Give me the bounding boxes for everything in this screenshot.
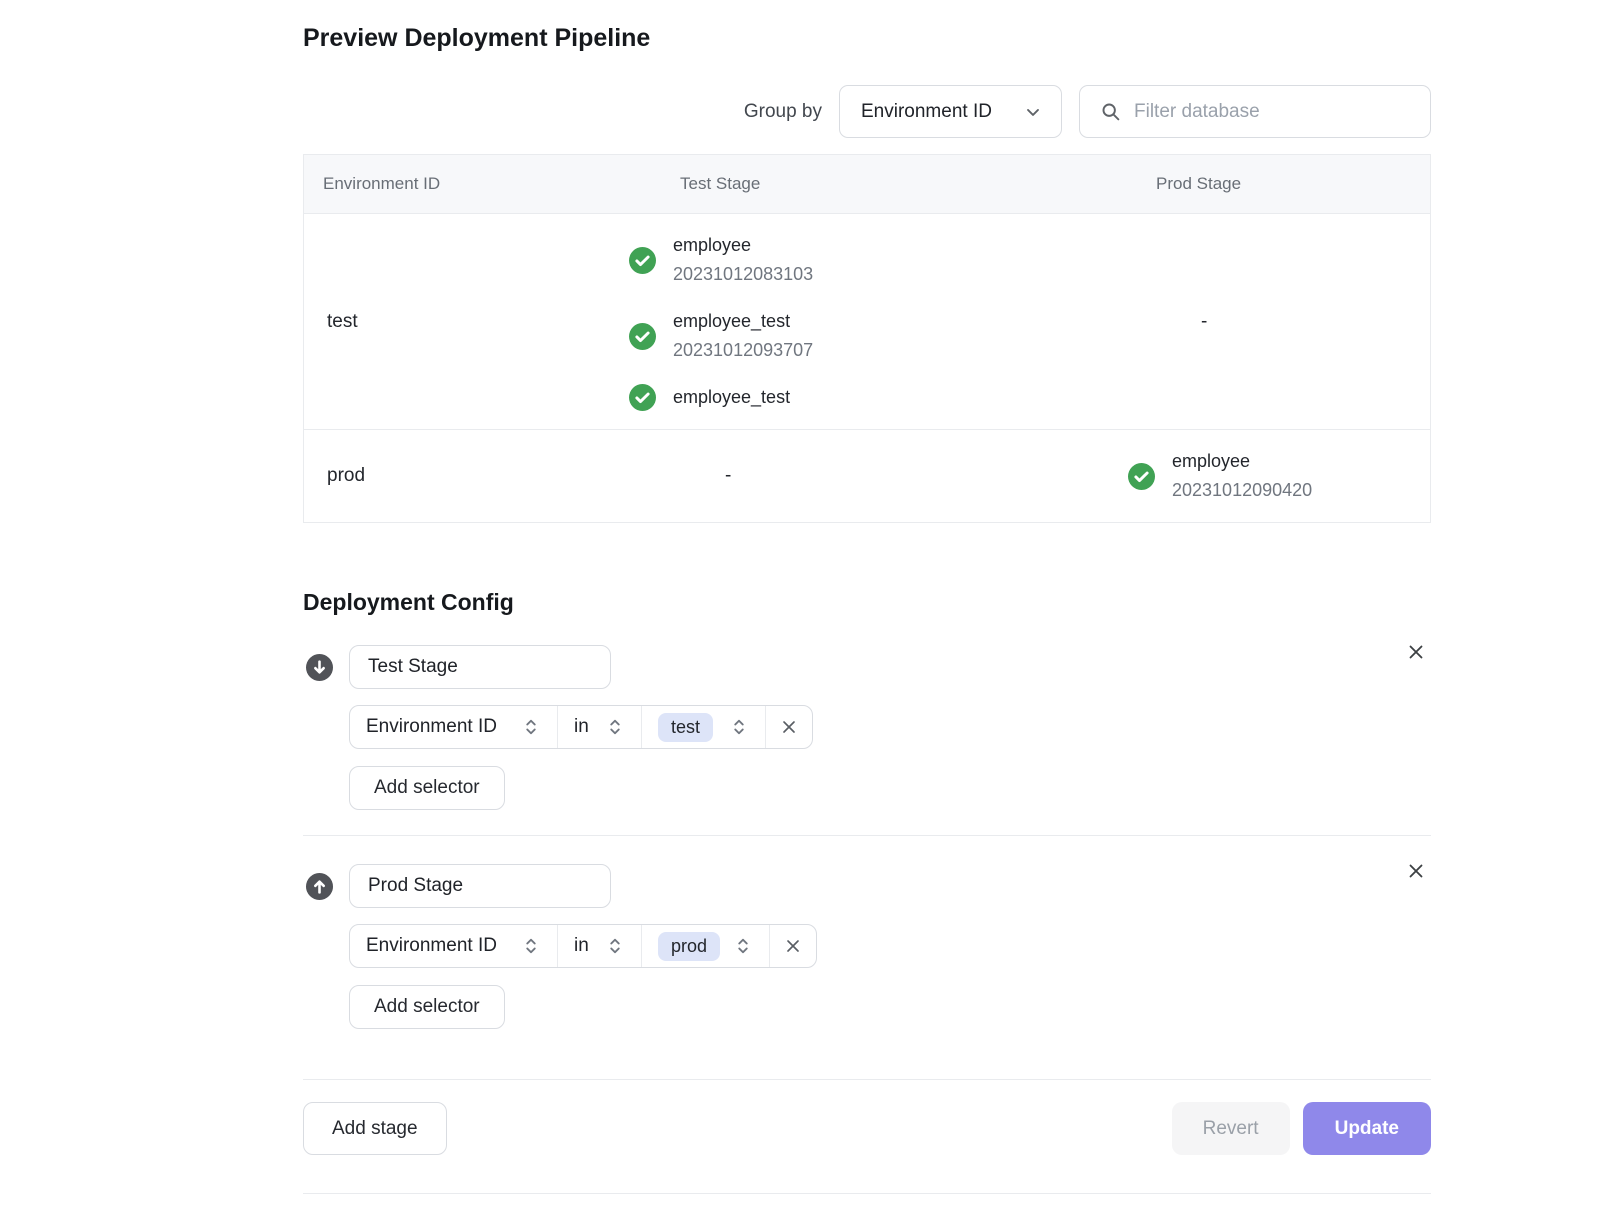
stage-body: Environment ID in test: [349, 689, 1431, 810]
selector-operator-select[interactable]: in: [557, 925, 641, 967]
stage-divider: [303, 835, 1431, 836]
database-name: employee: [673, 231, 813, 260]
revert-button[interactable]: Revert: [1172, 1102, 1290, 1155]
selector-operator-select[interactable]: in: [557, 706, 641, 748]
stage-block-test: Environment ID in test: [303, 645, 1431, 810]
deployment-item: employee 20231012090420: [1091, 447, 1430, 505]
add-selector-button[interactable]: Add selector: [349, 985, 505, 1029]
arrow-up-circle-icon: [306, 873, 333, 900]
close-icon: [1405, 860, 1427, 882]
deployment-version: 20231012083103: [673, 260, 813, 289]
selector-value-pill: test: [658, 713, 713, 742]
success-check-icon: [1128, 463, 1155, 490]
table-header-row: Environment ID Test Stage Prod Stage: [304, 155, 1430, 214]
deployment-item: employee_test 20231012093707: [629, 307, 1091, 365]
test-stage-cell: -: [629, 465, 1091, 487]
stage-body: Environment ID in prod: [349, 908, 1431, 1029]
pipeline-table: Environment ID Test Stage Prod Stage tes…: [303, 154, 1431, 523]
deployment-text: employee_test 20231012093707: [673, 307, 813, 365]
deployment-list: employee 20231012083103 employee_test 20…: [629, 231, 1091, 412]
database-name: employee: [1172, 447, 1312, 476]
config-footer: Add stage Revert Update: [303, 1102, 1431, 1155]
deployment-version: 20231012093707: [673, 336, 813, 365]
col-header-prod-stage: Prod Stage: [1091, 174, 1430, 194]
prod-stage-cell: employee 20231012090420: [1091, 447, 1430, 505]
filter-database-box[interactable]: [1079, 85, 1431, 138]
deployment-text: employee 20231012083103: [673, 231, 813, 289]
deployment-item: employee_test: [629, 383, 1091, 412]
table-row-test: test employee 20231012083103: [304, 214, 1430, 429]
arrow-down-circle-icon: [306, 654, 333, 681]
success-check-icon: [629, 384, 656, 411]
selector-row: Environment ID in prod: [349, 924, 817, 968]
selector-value-pill: prod: [658, 932, 720, 961]
group-by-select[interactable]: Environment ID: [839, 85, 1062, 138]
close-icon: [1405, 641, 1427, 663]
selector-field-select[interactable]: Environment ID: [350, 706, 557, 748]
bottom-divider: [303, 1193, 1431, 1194]
update-button[interactable]: Update: [1303, 1102, 1431, 1155]
chevron-down-icon: [1023, 102, 1043, 122]
selector-operator-label: in: [574, 935, 589, 957]
unfold-more-icon: [605, 717, 625, 737]
remove-selector-button[interactable]: [769, 925, 816, 967]
selector-value-select[interactable]: prod: [641, 925, 769, 967]
unfold-more-icon: [733, 936, 753, 956]
col-header-environment-id: Environment ID: [304, 174, 629, 194]
table-row-prod: prod - employee 20231012090420: [304, 429, 1430, 522]
stage-block-prod: Environment ID in prod: [303, 864, 1431, 1029]
add-selector-button[interactable]: Add selector: [349, 766, 505, 810]
filter-database-input[interactable]: [1134, 101, 1414, 123]
deployment-item: employee 20231012083103: [629, 231, 1091, 289]
main-content: Preview Deployment Pipeline Group by Env…: [303, 22, 1431, 1194]
remove-stage-button[interactable]: [1401, 856, 1431, 886]
selector-field-label: Environment ID: [366, 935, 497, 957]
success-check-icon: [629, 323, 656, 350]
deployment-text: employee_test: [673, 383, 790, 412]
deployment-version: 20231012090420: [1172, 476, 1312, 505]
database-name: employee_test: [673, 307, 813, 336]
selector-field-label: Environment ID: [366, 716, 497, 738]
group-by-selected-value: Environment ID: [861, 101, 992, 123]
empty-placeholder: -: [629, 465, 731, 487]
add-stage-button[interactable]: Add stage: [303, 1102, 447, 1155]
success-check-icon: [629, 247, 656, 274]
empty-placeholder: -: [1091, 311, 1207, 333]
remove-selector-button[interactable]: [765, 706, 812, 748]
stage-header: [303, 645, 1431, 689]
database-name: employee_test: [673, 383, 790, 412]
close-icon: [779, 717, 799, 737]
col-header-test-stage: Test Stage: [629, 174, 1091, 194]
environment-id-cell: test: [304, 311, 629, 333]
unfold-more-icon: [521, 717, 541, 737]
environment-id-cell: prod: [304, 465, 629, 487]
unfold-more-icon: [729, 717, 749, 737]
test-stage-cell: employee 20231012083103 employee_test 20…: [629, 231, 1091, 412]
unfold-more-icon: [521, 936, 541, 956]
deployment-text: employee 20231012090420: [1172, 447, 1312, 505]
stage-header: [303, 864, 1431, 908]
footer-divider: [303, 1079, 1431, 1080]
page-title: Preview Deployment Pipeline: [303, 22, 1431, 55]
prod-stage-cell: -: [1091, 311, 1430, 333]
stage-name-input[interactable]: [349, 864, 611, 908]
table-toolbar: Group by Environment ID: [303, 85, 1431, 138]
close-icon: [783, 936, 803, 956]
selector-operator-label: in: [574, 716, 589, 738]
group-by-label: Group by: [744, 101, 822, 123]
selector-row: Environment ID in test: [349, 705, 813, 749]
search-icon: [1100, 101, 1121, 122]
stage-name-input[interactable]: [349, 645, 611, 689]
remove-stage-button[interactable]: [1401, 637, 1431, 667]
selector-field-select[interactable]: Environment ID: [350, 925, 557, 967]
deployment-config-title: Deployment Config: [303, 587, 1431, 617]
unfold-more-icon: [605, 936, 625, 956]
selector-value-select[interactable]: test: [641, 706, 765, 748]
